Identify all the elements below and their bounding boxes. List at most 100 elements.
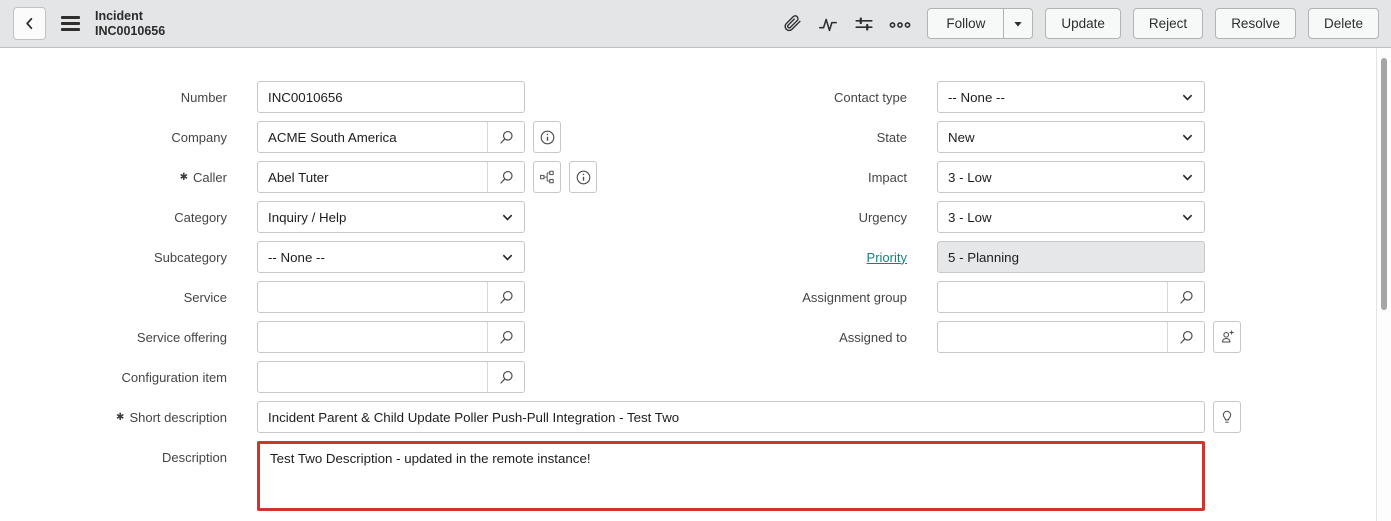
- resolve-button[interactable]: Resolve: [1215, 8, 1296, 39]
- required-marker-icon: ✱: [180, 172, 188, 183]
- description-highlight-border: Test Two Description - updated in the re…: [257, 441, 1205, 511]
- info-icon: [575, 169, 592, 186]
- priority-label: Priority: [680, 250, 907, 265]
- field-row-urgency: Urgency 3 - Low: [680, 201, 1241, 233]
- configuration-item-input[interactable]: [258, 362, 487, 392]
- service-label: Service: [0, 290, 227, 305]
- assigned-to-input[interactable]: [938, 322, 1167, 352]
- update-button[interactable]: Update: [1045, 8, 1121, 39]
- caller-show-related-button[interactable]: [533, 161, 561, 193]
- record-title: Incident INC0010656: [95, 9, 165, 39]
- context-menu-icon[interactable]: [59, 12, 82, 35]
- priority-readonly-field: 5 - Planning: [937, 241, 1205, 273]
- page-title: Incident: [95, 9, 165, 24]
- assigned-to-field: [937, 321, 1205, 353]
- info-icon: [539, 129, 556, 146]
- form-header: Incident INC0010656: [0, 0, 1391, 48]
- field-row-configuration-item: Configuration item: [0, 361, 1241, 393]
- field-row-priority: Priority 5 - Planning: [680, 241, 1241, 273]
- service-lookup-button[interactable]: [487, 282, 524, 312]
- category-select[interactable]: Inquiry / Help: [257, 201, 525, 233]
- service-offering-lookup-button[interactable]: [487, 322, 524, 352]
- chevron-down-icon: [1181, 91, 1194, 104]
- service-offering-label: Service offering: [0, 330, 227, 345]
- short-description-label: ✱ Short description: [0, 410, 227, 425]
- search-icon: [1178, 329, 1195, 346]
- service-offering-input[interactable]: [258, 322, 487, 352]
- search-icon: [498, 169, 515, 186]
- person-add-icon: [1219, 329, 1235, 345]
- scrollbar-thumb[interactable]: [1381, 58, 1387, 310]
- vertical-scrollbar[interactable]: [1376, 48, 1391, 521]
- company-input[interactable]: [258, 122, 487, 152]
- field-row-state: State New: [680, 121, 1241, 153]
- assigned-to-lookup-button[interactable]: [1167, 322, 1204, 352]
- number-field: [257, 81, 525, 113]
- urgency-label: Urgency: [680, 210, 907, 225]
- company-field: [257, 121, 525, 153]
- company-lookup-button[interactable]: [487, 122, 524, 152]
- header-actions: Follow Update Reject Resolve Delete: [777, 8, 1391, 39]
- assignment-group-input[interactable]: [938, 282, 1167, 312]
- configuration-item-label: Configuration item: [0, 370, 227, 385]
- follow-button[interactable]: Follow: [928, 9, 1003, 38]
- description-label: Description: [0, 441, 227, 465]
- description-textarea[interactable]: Test Two Description - updated in the re…: [260, 444, 1202, 508]
- short-description-field: [257, 401, 1205, 433]
- attachment-button[interactable]: [777, 9, 807, 39]
- state-select[interactable]: New: [937, 121, 1205, 153]
- search-icon: [1178, 289, 1195, 306]
- impact-select[interactable]: 3 - Low: [937, 161, 1205, 193]
- impact-label: Impact: [680, 170, 907, 185]
- number-input[interactable]: [258, 82, 524, 112]
- record-number: INC0010656: [95, 24, 165, 39]
- caller-field: [257, 161, 525, 193]
- service-input[interactable]: [258, 282, 487, 312]
- incident-record-page: Incident INC0010656: [0, 0, 1391, 521]
- back-button[interactable]: [13, 7, 46, 40]
- contact-type-select[interactable]: -- None --: [937, 81, 1205, 113]
- caller-preview-button[interactable]: [569, 161, 597, 193]
- assign-to-me-button[interactable]: [1213, 321, 1241, 353]
- subcategory-select[interactable]: -- None --: [257, 241, 525, 273]
- search-icon: [498, 369, 515, 386]
- short-description-input[interactable]: [258, 402, 1204, 432]
- service-field: [257, 281, 525, 313]
- state-label: State: [680, 130, 907, 145]
- lightbulb-icon: [1219, 409, 1235, 425]
- assignment-group-lookup-button[interactable]: [1167, 282, 1204, 312]
- chevron-down-icon: [1181, 131, 1194, 144]
- priority-label-link[interactable]: Priority: [867, 250, 907, 265]
- field-row-impact: Impact 3 - Low: [680, 161, 1241, 193]
- field-row-description: Description Test Two Description - updat…: [0, 441, 1241, 511]
- search-icon: [498, 289, 515, 306]
- company-label: Company: [0, 130, 227, 145]
- field-row-assignment-group: Assignment group: [680, 281, 1241, 313]
- search-icon: [498, 329, 515, 346]
- personalize-form-button[interactable]: [849, 9, 879, 39]
- paperclip-icon: [782, 13, 803, 34]
- number-label: Number: [0, 90, 227, 105]
- caller-input[interactable]: [258, 162, 487, 192]
- caller-lookup-button[interactable]: [487, 162, 524, 192]
- urgency-select[interactable]: 3 - Low: [937, 201, 1205, 233]
- more-options-icon: [888, 12, 912, 36]
- contact-type-label: Contact type: [680, 90, 907, 105]
- sliders-icon: [853, 13, 875, 35]
- field-row-assigned-to: Assigned to: [680, 321, 1241, 353]
- company-preview-button[interactable]: [533, 121, 561, 153]
- activity-stream-icon: [817, 13, 839, 35]
- reject-button[interactable]: Reject: [1133, 8, 1203, 39]
- activity-stream-button[interactable]: [813, 9, 843, 39]
- configuration-item-field: [257, 361, 525, 393]
- hierarchy-icon: [539, 169, 555, 185]
- required-marker-icon: ✱: [116, 412, 124, 423]
- assignment-group-label: Assignment group: [680, 290, 907, 305]
- chevron-down-icon: [1181, 211, 1194, 224]
- incident-form: Number Company: [0, 48, 1391, 521]
- suggestion-button[interactable]: [1213, 401, 1241, 433]
- delete-button[interactable]: Delete: [1308, 8, 1379, 39]
- more-options-button[interactable]: [885, 9, 915, 39]
- follow-dropdown-button[interactable]: [1003, 9, 1032, 38]
- configuration-item-lookup-button[interactable]: [487, 362, 524, 392]
